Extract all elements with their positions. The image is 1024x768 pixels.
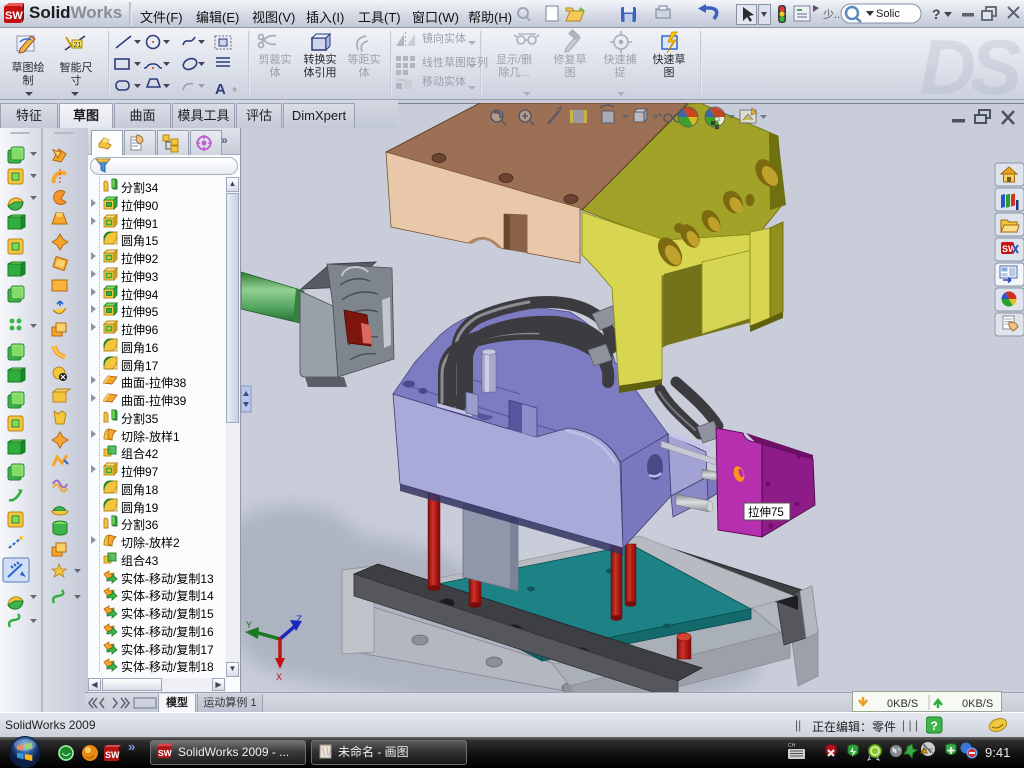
- svg-text:*: *: [232, 84, 237, 99]
- svg-text:Y: Y: [246, 621, 252, 632]
- svg-text:»: »: [128, 739, 135, 754]
- svg-text:拉伸75: 拉伸75: [748, 505, 784, 519]
- svg-text:SW: SW: [5, 10, 23, 22]
- svg-text:SW: SW: [158, 748, 173, 758]
- svg-text:Z: Z: [296, 615, 302, 626]
- svg-text:0KB/S: 0KB/S: [962, 698, 993, 710]
- svg-text:0KB/S: 0KB/S: [887, 698, 918, 710]
- svg-text:21: 21: [74, 42, 82, 49]
- svg-text:CH: CH: [788, 743, 796, 749]
- svg-text:Solic: Solic: [876, 8, 900, 20]
- svg-text:?: ?: [932, 6, 941, 22]
- svg-text:SW: SW: [105, 750, 120, 760]
- svg-text:X: X: [276, 673, 282, 684]
- svg-text:?: ?: [931, 719, 938, 733]
- svg-text:A: A: [215, 81, 226, 98]
- svg-text:9:41: 9:41: [985, 745, 1010, 760]
- svg-text:少..: 少..: [823, 8, 840, 21]
- svg-text:!: !: [923, 749, 924, 755]
